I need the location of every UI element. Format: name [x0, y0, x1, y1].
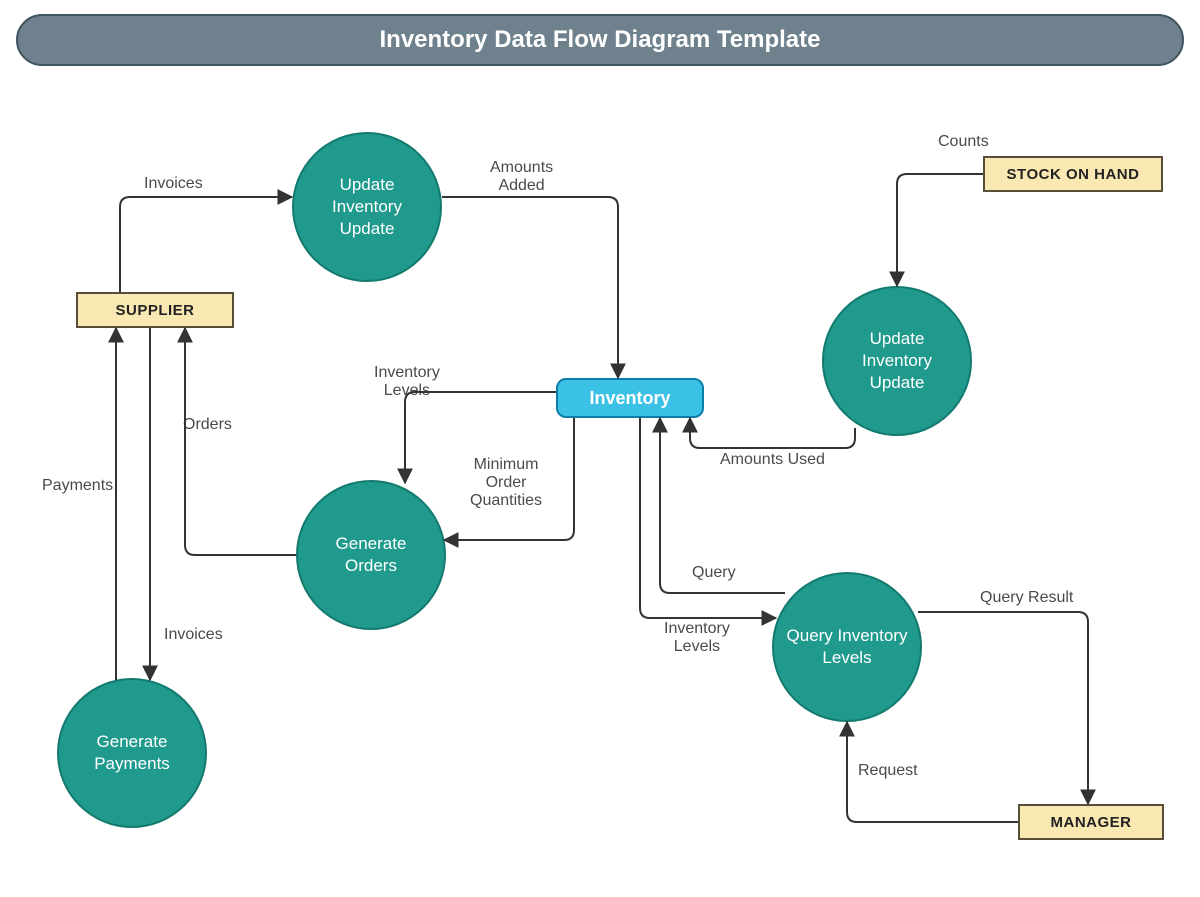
entity-supplier: SUPPLIER [76, 292, 234, 328]
flow-label-invoices-1: Invoices [144, 175, 203, 193]
flow-label-request: Request [858, 762, 918, 780]
flow-label-amounts-used: Amounts Used [720, 451, 825, 469]
flow-label-counts: Counts [938, 133, 989, 151]
flow-label-inventory-levels-1: Inventory Levels [374, 364, 440, 400]
process-update-inventory-1: Update Inventory Update [292, 132, 442, 282]
flow-label-query-result: Query Result [980, 589, 1073, 607]
datastore-inventory: Inventory [556, 378, 704, 418]
flow-label-query: Query [692, 564, 736, 582]
entity-manager: MANAGER [1018, 804, 1164, 840]
flow-label-inventory-levels-2: Inventory Levels [664, 620, 730, 656]
process-query-inventory-levels: Query Inventory Levels [772, 572, 922, 722]
diagram-title: Inventory Data Flow Diagram Template [16, 14, 1184, 66]
flow-label-invoices-2: Invoices [164, 626, 223, 644]
process-generate-payments: Generate Payments [57, 678, 207, 828]
flow-label-payments: Payments [42, 477, 113, 495]
flow-label-orders: Orders [183, 416, 232, 434]
flow-label-min-order-qty: Minimum Order Quantities [470, 456, 542, 510]
process-update-inventory-2: Update Inventory Update [822, 286, 972, 436]
flow-label-amounts-added: Amounts Added [490, 159, 553, 195]
process-generate-orders: Generate Orders [296, 480, 446, 630]
entity-stock-on-hand: STOCK ON HAND [983, 156, 1163, 192]
diagram-canvas: Inventory Data Flow Diagram Template SUP… [0, 0, 1200, 897]
